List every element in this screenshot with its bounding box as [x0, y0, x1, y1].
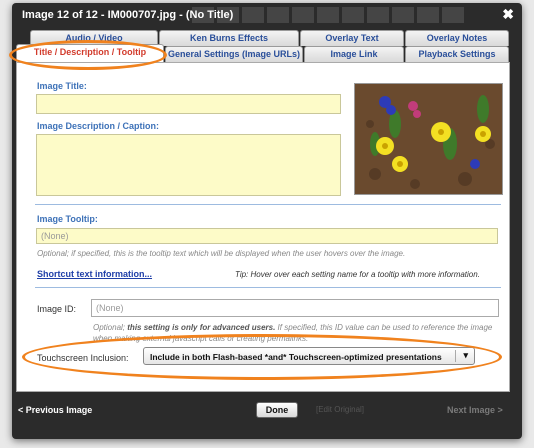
tab-image-link[interactable]: Image Link [304, 46, 404, 62]
tab-overlay-notes[interactable]: Overlay Notes [405, 30, 509, 46]
divider [35, 204, 501, 205]
touchscreen-label[interactable]: Touchscreen Inclusion: [37, 353, 129, 363]
done-button[interactable]: Done [256, 402, 298, 418]
description-textarea[interactable] [36, 134, 341, 196]
settings-panel: Image Title: Image Description / Caption… [16, 62, 510, 392]
tab-title-description-tooltip[interactable]: Title / Description / Tooltip [16, 44, 164, 63]
image-id-label[interactable]: Image ID: [37, 304, 76, 314]
divider [35, 287, 501, 288]
image-preview [354, 83, 503, 195]
tab-general-settings[interactable]: General Settings (Image URLs) [165, 46, 303, 62]
touchscreen-selected-value: Include in both Flash-based *and* Touchs… [150, 352, 442, 362]
tab-overlay-text[interactable]: Overlay Text [300, 30, 404, 46]
select-separator [455, 350, 456, 362]
image-title-label[interactable]: Image Title: [37, 81, 87, 91]
shortcut-text-link[interactable]: Shortcut text information... [37, 269, 152, 279]
tab-bar: Audio / Video Ken Burns Effects Overlay … [12, 28, 510, 64]
hover-tip-text: Tip: Hover over each setting name for a … [235, 270, 480, 279]
flower-photo [355, 84, 502, 194]
description-label[interactable]: Image Description / Caption: [37, 121, 159, 131]
tab-ken-burns-effects[interactable]: Ken Burns Effects [159, 30, 299, 46]
dialog-title: Image 12 of 12 - IM000707.jpg - (No Titl… [22, 9, 234, 21]
image-id-help-prefix: Optional; [93, 323, 126, 332]
tooltip-label[interactable]: Image Tooltip: [37, 214, 98, 224]
tooltip-help-text: Optional; if specified, this is the tool… [37, 249, 406, 258]
tab-playback-settings[interactable]: Playback Settings [405, 46, 509, 62]
previous-image-button[interactable]: < Previous Image [18, 405, 92, 415]
edit-original-button[interactable]: [Edit Original] [316, 405, 364, 414]
image-id-input[interactable]: (None) [91, 299, 499, 317]
image-id-help-bold: this setting is only for advanced users. [127, 323, 276, 332]
tooltip-input[interactable]: (None) [36, 228, 498, 244]
close-icon[interactable]: ✖ [502, 6, 514, 23]
image-id-help-text: Optional; this setting is only for advan… [93, 322, 501, 344]
chevron-down-icon: ▾ [463, 350, 468, 360]
image-title-input[interactable] [36, 94, 341, 114]
next-image-button[interactable]: Next Image > [447, 405, 503, 415]
touchscreen-inclusion-select[interactable]: Include in both Flash-based *and* Touchs… [143, 347, 475, 365]
